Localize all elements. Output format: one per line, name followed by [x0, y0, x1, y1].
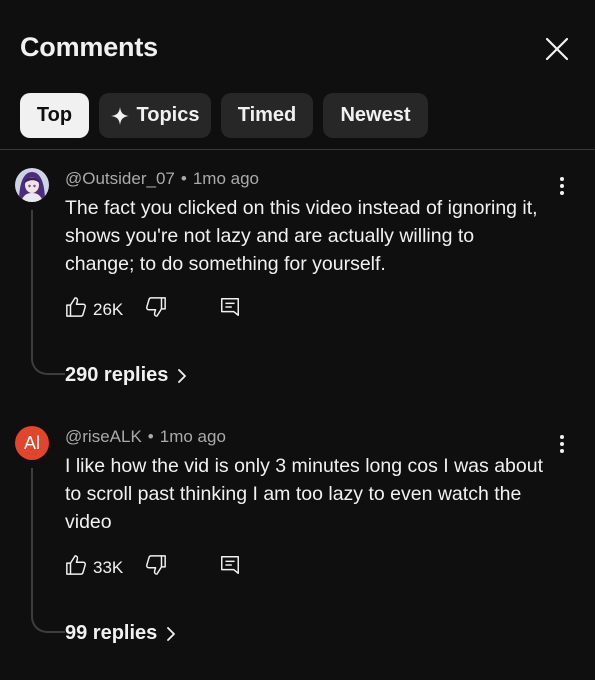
more-options-icon[interactable]	[552, 174, 572, 198]
chevron-right-icon	[177, 368, 187, 384]
chip-top-label: Top	[36, 104, 73, 126]
filter-chips: Top Topics Timed Newest	[20, 93, 428, 139]
replies-link[interactable]: 290 replies	[65, 364, 187, 387]
like-count: 33K	[93, 557, 124, 577]
thread-line	[31, 468, 65, 633]
chip-topics[interactable]: Topics	[99, 93, 211, 138]
chip-timed-label: Timed	[237, 104, 297, 126]
thumbs-up-icon	[65, 554, 87, 581]
sparkle-icon	[110, 106, 129, 125]
avatar-letter: Al	[23, 432, 40, 453]
reply-button[interactable]	[219, 554, 241, 581]
chip-top[interactable]: Top	[20, 93, 89, 138]
thumbs-down-icon	[145, 296, 167, 323]
dislike-button[interactable]	[145, 554, 167, 581]
comment-actions: 33K	[65, 554, 241, 581]
replies-count: 99 replies	[65, 622, 158, 644]
thumbs-up-icon	[65, 296, 87, 323]
close-icon[interactable]	[541, 33, 573, 65]
chip-timed[interactable]: Timed	[221, 93, 313, 138]
comment-author[interactable]: @riseALK	[65, 427, 142, 446]
chip-topics-label: Topics	[136, 104, 200, 126]
comment-text: The fact you clicked on this video inste…	[65, 197, 538, 275]
replies-link[interactable]: 99 replies	[65, 622, 176, 645]
thumbs-down-icon	[145, 554, 167, 581]
like-button[interactable]: 26K	[65, 296, 123, 323]
meta-separator: •	[147, 427, 154, 446]
comment-age: 1mo ago	[159, 427, 226, 446]
panel-title: Comments	[20, 32, 158, 62]
comments-header: Comments	[0, 0, 595, 96]
comment-meta: @Outsider_07 • 1mo ago	[65, 169, 259, 189]
chevron-right-icon	[166, 626, 176, 642]
thread-line	[31, 210, 65, 375]
comment-actions: 26K	[65, 296, 241, 323]
reply-icon	[219, 296, 241, 323]
reply-icon	[219, 554, 241, 581]
comment-author[interactable]: @Outsider_07	[65, 169, 175, 188]
comment-meta: @riseALK • 1mo ago	[65, 427, 226, 447]
chip-newest-label: Newest	[340, 104, 411, 126]
like-count: 26K	[93, 299, 124, 319]
dislike-button[interactable]	[145, 296, 167, 323]
comment-text: I like how the vid is only 3 minutes lon…	[65, 455, 543, 533]
avatar[interactable]: Al	[15, 426, 49, 460]
comments-panel: Comments Top Topics Timed Newest @Outsid…	[0, 0, 595, 680]
like-button[interactable]: 33K	[65, 554, 123, 581]
more-options-icon[interactable]	[552, 432, 572, 456]
replies-count: 290 replies	[65, 364, 169, 386]
avatar[interactable]	[15, 168, 49, 202]
header-divider	[0, 149, 595, 150]
comment-age: 1mo ago	[192, 169, 259, 188]
reply-button[interactable]	[219, 296, 241, 323]
chip-newest[interactable]: Newest	[323, 93, 428, 138]
meta-separator: •	[180, 169, 187, 188]
